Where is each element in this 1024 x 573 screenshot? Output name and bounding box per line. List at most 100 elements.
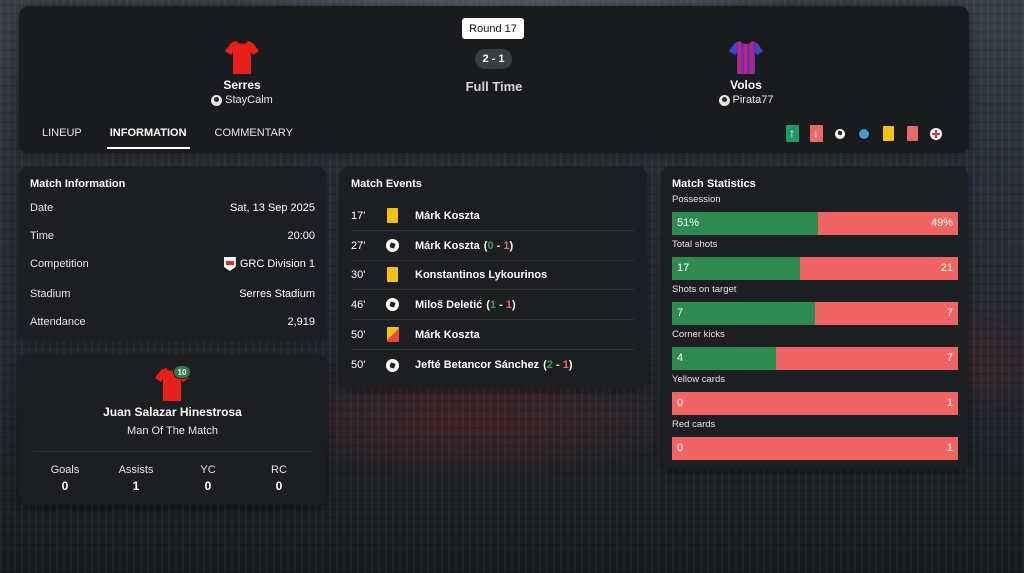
event-player: Jefté Betancor Sánchez bbox=[415, 359, 540, 371]
info-row-time: Time 20:00 bbox=[30, 230, 315, 242]
home-team[interactable]: Serres StayCalm bbox=[182, 39, 302, 106]
motm-stat-goals: Goals 0 bbox=[35, 464, 95, 493]
stat-label: RC bbox=[271, 464, 287, 476]
event-row[interactable]: 30' Konstantinos Lykourinos bbox=[351, 260, 634, 290]
second-yellow-card-icon bbox=[387, 327, 399, 342]
stat-bar-corner-kicks: 4 7 bbox=[672, 347, 958, 370]
motm-subtitle: Man Of The Match bbox=[127, 425, 218, 437]
goal-ball-icon bbox=[385, 238, 400, 253]
away-value: 21 bbox=[940, 262, 953, 274]
home-value: 0 bbox=[677, 397, 684, 409]
away-value: 1 bbox=[946, 442, 953, 454]
event-minute: 30' bbox=[351, 268, 366, 281]
stat-label: Assists bbox=[118, 464, 154, 476]
away-team-name: Volos bbox=[730, 78, 762, 92]
match-information-panel: Match Information Date Sat, 13 Sep 2025 … bbox=[19, 166, 326, 340]
info-row-date: Date Sat, 13 Sep 2025 bbox=[30, 202, 315, 214]
panel-title: Match Statistics bbox=[672, 178, 756, 190]
stat-value: 0 bbox=[275, 479, 283, 493]
competition-name: GRC Division 1 bbox=[239, 258, 315, 270]
stat-bar-possession: 51% 49% bbox=[672, 212, 958, 235]
panel-title: Match Events bbox=[351, 178, 422, 190]
home-shirt-icon bbox=[225, 40, 259, 74]
tab-lineup[interactable]: LINEUP bbox=[39, 124, 85, 149]
stat-value: 0 bbox=[61, 479, 69, 493]
event-score: (1 - 1) bbox=[486, 298, 516, 311]
home-value: 7 bbox=[677, 307, 684, 319]
away-value: 1 bbox=[946, 397, 953, 409]
sub-in-icon[interactable]: ↑ bbox=[785, 125, 799, 142]
match-header: Round 17 Serres StayCalm 2 - 1 Full Time… bbox=[19, 6, 969, 153]
event-player: Márk Koszta bbox=[415, 328, 480, 341]
stat-value: 1 bbox=[132, 479, 140, 493]
event-score: (2 - 1) bbox=[543, 359, 573, 371]
home-value: 17 bbox=[677, 262, 690, 274]
motm-stat-rc: RC 0 bbox=[249, 464, 309, 493]
tab-information[interactable]: INFORMATION bbox=[106, 124, 190, 149]
home-share-fill bbox=[672, 302, 815, 325]
stat-bar-yellow-cards: 0 1 bbox=[672, 392, 958, 415]
away-value: 49% bbox=[930, 217, 953, 229]
event-score: (0 - 1) bbox=[483, 239, 514, 252]
stat-label: Corner kicks bbox=[672, 329, 725, 340]
home-manager-name: StayCalm bbox=[225, 94, 273, 106]
man-of-the-match-panel: 1 0 Juan Salazar Hinestrosa Man Of The Ma… bbox=[19, 354, 326, 505]
own-goal-icon[interactable] bbox=[857, 125, 871, 142]
round-badge: Round 17 bbox=[462, 18, 524, 39]
home-value: 51% bbox=[677, 217, 700, 229]
away-shirt-icon bbox=[729, 41, 763, 74]
event-player: Márk Koszta bbox=[415, 209, 480, 222]
manager-avatar-icon bbox=[718, 94, 730, 106]
stat-label: Goals bbox=[50, 464, 80, 476]
stat-label: Total shots bbox=[672, 239, 718, 250]
info-value: Sat, 13 Sep 2025 bbox=[229, 202, 315, 214]
away-manager[interactable]: Pirata77 bbox=[686, 94, 806, 106]
stat-label: Yellow cards bbox=[672, 374, 725, 385]
info-label: Attendance bbox=[30, 316, 86, 328]
home-share-fill bbox=[672, 257, 800, 280]
stat-label: YC bbox=[200, 464, 216, 476]
goal-ball-icon bbox=[385, 297, 400, 312]
goal-ball-icon[interactable] bbox=[833, 125, 847, 142]
tab-commentary[interactable]: COMMENTARY bbox=[212, 124, 296, 149]
event-row[interactable]: 27' Márk Koszta (0 - 1) bbox=[351, 231, 634, 261]
event-minute: 17' bbox=[351, 209, 366, 222]
panel-title: Match Information bbox=[30, 178, 126, 190]
away-manager-name: Pirata77 bbox=[732, 94, 774, 106]
event-player: Miloš Deletić bbox=[415, 298, 483, 311]
yellow-card-icon[interactable] bbox=[881, 125, 895, 142]
info-value: 2,919 bbox=[287, 316, 315, 328]
info-label: Stadium bbox=[30, 288, 71, 300]
goal-ball-icon bbox=[385, 357, 400, 373]
away-team[interactable]: Volos Pirata77 bbox=[686, 39, 806, 106]
tab-bar: LINEUP INFORMATION COMMENTARY bbox=[39, 124, 318, 149]
info-value: Serres Stadium bbox=[239, 288, 315, 300]
competition-badge-icon bbox=[223, 257, 236, 271]
home-manager[interactable]: StayCalm bbox=[182, 94, 302, 106]
info-label: Time bbox=[30, 230, 55, 242]
event-row[interactable]: 50' Jefté Betancor Sánchez (2 - 1) bbox=[351, 350, 634, 380]
event-row[interactable]: 46' Miloš Deletić (1 - 1) bbox=[351, 290, 634, 320]
event-row[interactable]: 17' Márk Koszta bbox=[351, 201, 634, 231]
motm-player-name[interactable]: Juan Salazar Hinestrosa bbox=[19, 405, 326, 419]
info-row-attendance: Attendance 2,919 bbox=[30, 316, 315, 328]
match-status: Full Time bbox=[465, 79, 523, 94]
home-team-name: Serres bbox=[223, 78, 261, 92]
away-value: 7 bbox=[946, 307, 953, 319]
event-minute: 46' bbox=[351, 298, 366, 311]
stat-value: 0 bbox=[204, 479, 212, 493]
home-value: 4 bbox=[677, 352, 684, 364]
yellow-card-icon bbox=[387, 267, 398, 282]
event-player: Márk Koszta bbox=[415, 239, 480, 252]
event-row[interactable]: 50' Márk Koszta bbox=[351, 320, 634, 350]
info-value[interactable]: GRC Division 1 bbox=[223, 257, 315, 271]
sub-out-icon[interactable]: ↓ bbox=[809, 125, 823, 142]
home-value: 0 bbox=[677, 442, 684, 454]
stat-label: Red cards bbox=[672, 419, 716, 430]
stat-bar-shots-on-target: 7 7 bbox=[672, 302, 958, 325]
event-legend: ↑ ↓ bbox=[785, 125, 953, 142]
red-card-icon[interactable] bbox=[905, 125, 919, 142]
manager-avatar-icon bbox=[211, 94, 223, 106]
missed-penalty-icon[interactable] bbox=[929, 125, 943, 142]
score-badge: 2 - 1 bbox=[475, 49, 512, 69]
